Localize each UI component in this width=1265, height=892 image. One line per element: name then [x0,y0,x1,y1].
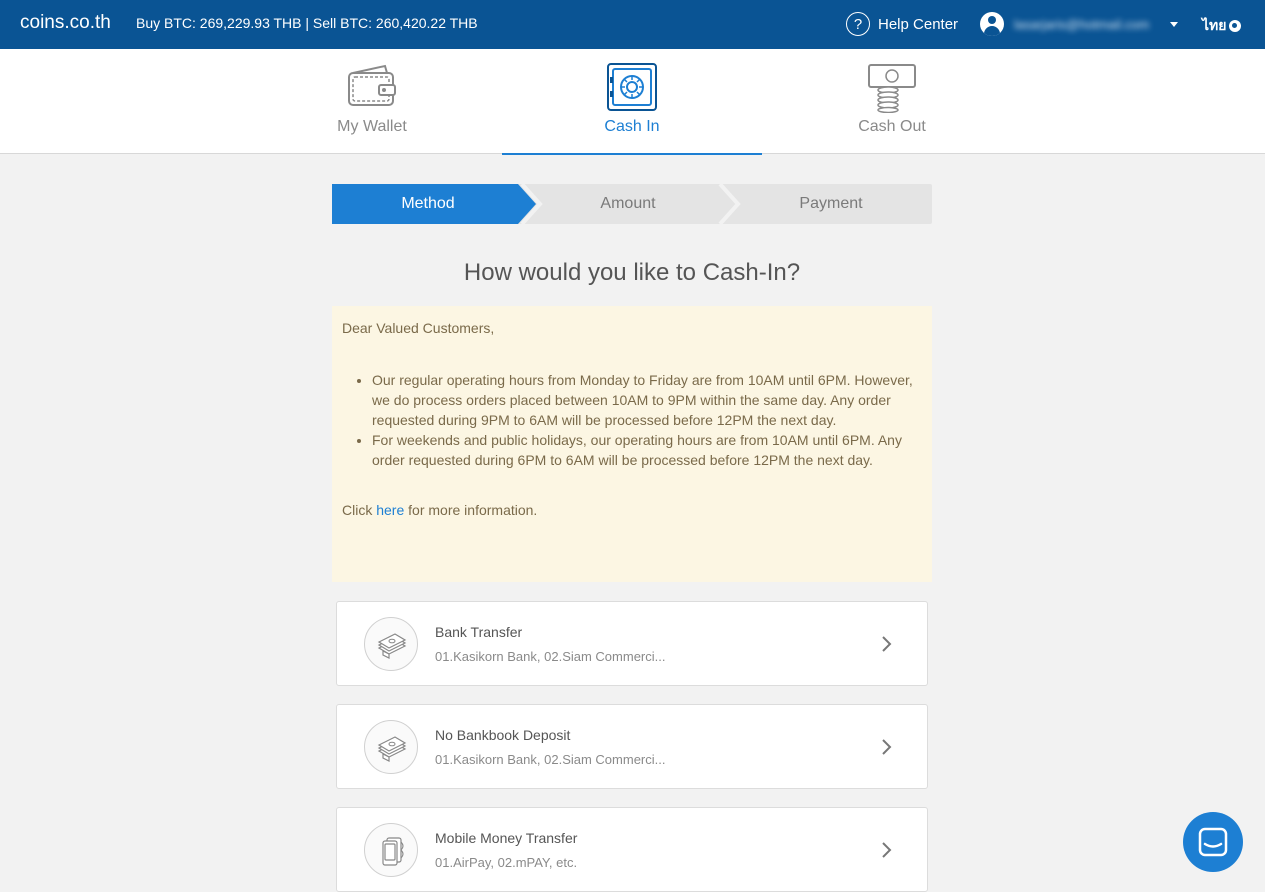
tab-cash-in-label: Cash In [604,118,660,135]
user-menu[interactable]: lasarjaris@hotmail.com [980,12,1178,36]
more-info-link[interactable]: here [376,502,404,518]
method-card-mobile-money-transfer[interactable]: Mobile Money Transfer 01.AirPay, 02.mPAY… [336,807,928,892]
method-icon-circle [364,617,418,671]
safe-icon [607,63,657,111]
method-card-bank-transfer[interactable]: Bank Transfer 01.Kasikorn Bank, 02.Siam … [336,601,928,686]
tab-cash-in[interactable]: Cash In [502,49,762,155]
tab-my-wallet-label: My Wallet [337,118,407,135]
more-info-prefix: Click [342,502,377,518]
operating-hours-notice: Dear Valued Customers, Our regular opera… [332,306,932,582]
notice-list: Our regular operating hours from Monday … [372,370,922,470]
chevron-right-icon [882,739,892,755]
mobile-money-icon [382,837,404,866]
notice-greeting: Dear Valued Customers, [342,320,495,336]
caret-down-icon [1170,21,1178,27]
method-title: Mobile Money Transfer [435,830,578,846]
top-bar: coins.co.th Buy BTC: 269,229.93 THB | Se… [0,0,1265,49]
method-icon-circle [364,720,418,774]
help-center-link[interactable]: ? Help Center [846,12,958,36]
page-title: How would you like to Cash-In? [463,259,801,286]
step-method: Method [401,195,455,212]
tab-cash-out-label: Cash Out [858,118,926,135]
language-label: ไทย [1202,17,1227,33]
notice-bullet-weekday: Our regular operating hours from Monday … [372,370,922,430]
chevron-right-icon [882,842,892,858]
step-amount: Amount [600,195,656,212]
help-icon: ? [846,12,870,36]
language-switcher[interactable]: ไทย [1202,15,1242,37]
more-info-suffix: for more information. [404,502,538,518]
brand-logo[interactable]: coins.co.th [20,12,111,34]
tab-my-wallet[interactable]: My Wallet [242,49,502,154]
method-title: Bank Transfer [435,624,523,640]
method-icon-circle [364,823,418,877]
more-info-line: Click here for more information. [342,500,922,520]
method-title: No Bankbook Deposit [435,727,571,743]
notice-bullet-weekend: For weekends and public holidays, our op… [372,430,922,470]
main-nav: My Wallet Cash In Cash Out [0,49,1265,155]
cash-in-stepper: Method Amount Payment [332,184,932,224]
step-payment: Payment [799,195,863,212]
globe-icon [1229,20,1242,32]
chat-icon [1198,827,1228,857]
cash-out-icon [868,64,916,113]
user-avatar-icon [980,12,1004,36]
chat-launcher-button[interactable] [1183,812,1243,872]
wallet-icon [348,64,396,106]
help-center-label: Help Center [878,15,959,33]
chevron-right-icon [882,636,892,652]
method-subtitle: 01.AirPay, 02.mPAY, etc. [435,855,578,870]
cash-stack-icon [377,633,407,659]
method-card-no-bankbook-deposit[interactable]: No Bankbook Deposit 01.Kasikorn Bank, 02… [336,704,928,789]
btc-price-ticker: Buy BTC: 269,229.93 THB | Sell BTC: 260,… [136,15,478,31]
method-subtitle: 01.Kasikorn Bank, 02.Siam Commerci... [435,649,666,664]
user-email: lasarjaris@hotmail.com [1014,16,1150,32]
cash-stack-icon [377,736,407,762]
method-subtitle: 01.Kasikorn Bank, 02.Siam Commerci... [435,752,666,767]
tab-cash-out[interactable]: Cash Out [762,49,1022,154]
